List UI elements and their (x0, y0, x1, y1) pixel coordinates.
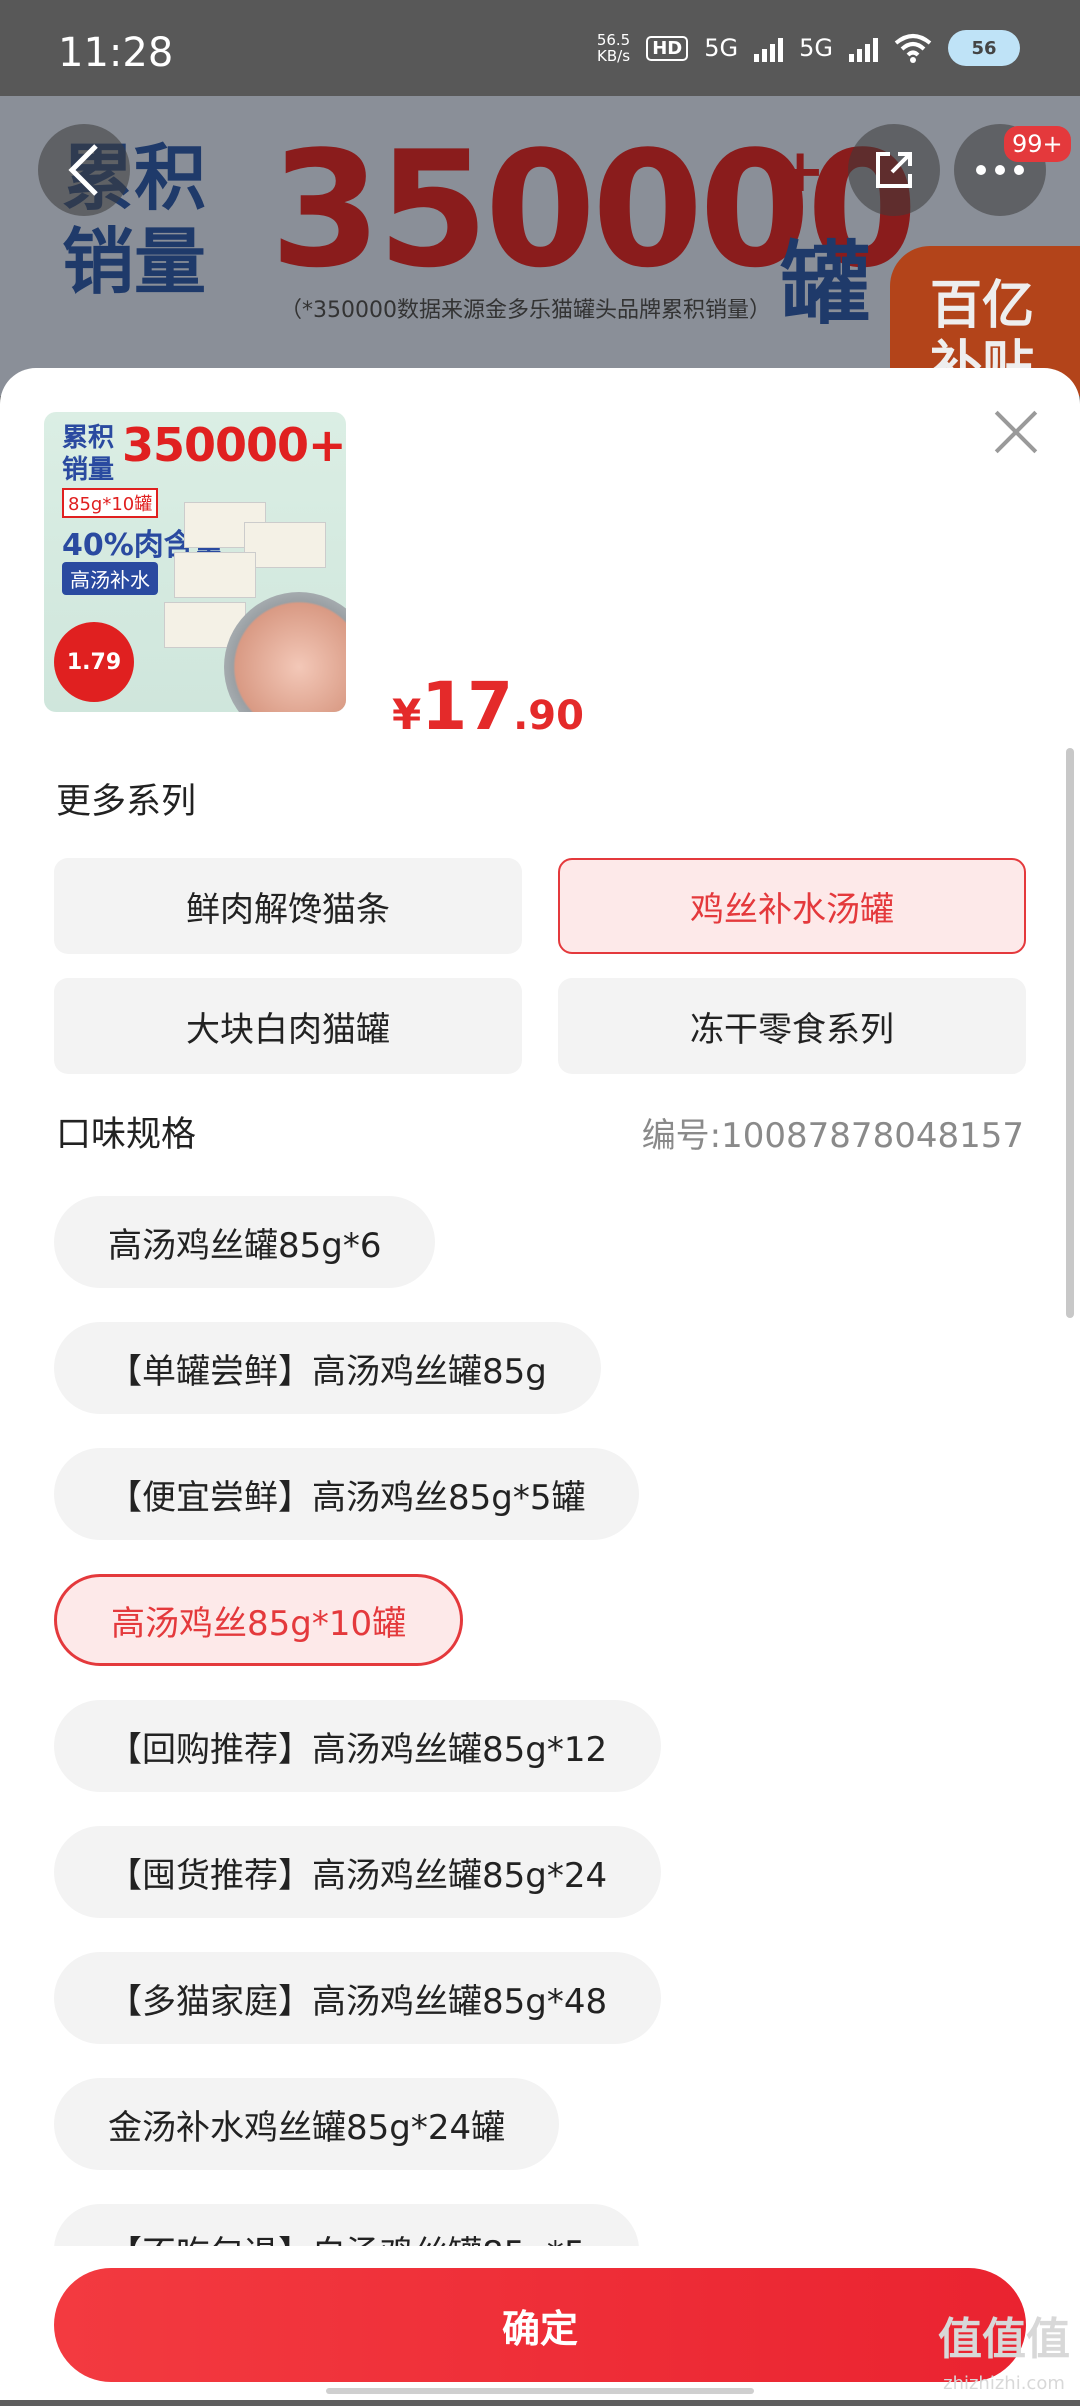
chevron-left-icon (68, 144, 98, 196)
wifi-icon (894, 34, 932, 63)
watermark-logo: 值值值 zhizhizhi.com (938, 2314, 1070, 2395)
spec-option-6[interactable]: 【多猫家庭】高汤鸡丝罐85g*48 (54, 1952, 662, 2044)
network-speed: 56.5 KB/s (596, 31, 631, 65)
spec-option-7[interactable]: 金汤补水鸡丝罐85g*24罐 (54, 2078, 560, 2170)
hd-voice-icon: HD (646, 35, 689, 61)
status-bar: 11:28 56.5 KB/s HD 5G 5G 56 (0, 0, 1080, 96)
spec-option-8[interactable]: 【不吃包退】白汤鸡丝罐85g*5 (54, 2204, 640, 2246)
banner-footnote: （*350000数据来源金多乐猫罐头品牌累积销量） (280, 298, 771, 323)
confirm-button[interactable]: 确定 (54, 2268, 1026, 2382)
banner-plus: + (775, 136, 826, 206)
spec-option-list: 高汤鸡丝罐85g*6 【单罐尝鲜】高汤鸡丝罐85g 【便宜尝鲜】高汤鸡丝85g*… (0, 368, 1080, 2246)
spec-option-0[interactable]: 高汤鸡丝罐85g*6 (54, 1196, 436, 1288)
sim2-label: 5G (799, 34, 833, 62)
share-button[interactable] (848, 124, 940, 216)
spec-option-4[interactable]: 【回购推荐】高汤鸡丝罐85g*12 (54, 1700, 662, 1792)
more-dots-icon (976, 165, 1024, 175)
message-count-badge: 99+ (1004, 126, 1071, 162)
battery-icon: 56 (948, 30, 1020, 66)
clock: 11:28 (58, 30, 174, 76)
back-button[interactable] (38, 124, 130, 216)
share-icon (876, 152, 912, 188)
banner-unit: 罐 (780, 232, 870, 337)
spec-option-3[interactable]: 高汤鸡丝85g*10罐 (54, 1574, 464, 1666)
signal-icon (754, 34, 784, 62)
home-indicator[interactable] (326, 2388, 754, 2394)
spec-option-5[interactable]: 【囤货推荐】高汤鸡丝罐85g*24 (54, 1826, 662, 1918)
sku-selector-sheet: 累积 销量 350000+ 85g*10罐 40%肉含量 高汤补水 1.79 ¥… (0, 368, 1080, 2400)
signal-icon-2 (849, 34, 878, 62)
spec-option-2[interactable]: 【便宜尝鲜】高汤鸡丝85g*5罐 (54, 1448, 640, 1540)
sim1-label: 5G (704, 34, 739, 62)
spec-option-1[interactable]: 【单罐尝鲜】高汤鸡丝罐85g (54, 1322, 601, 1414)
